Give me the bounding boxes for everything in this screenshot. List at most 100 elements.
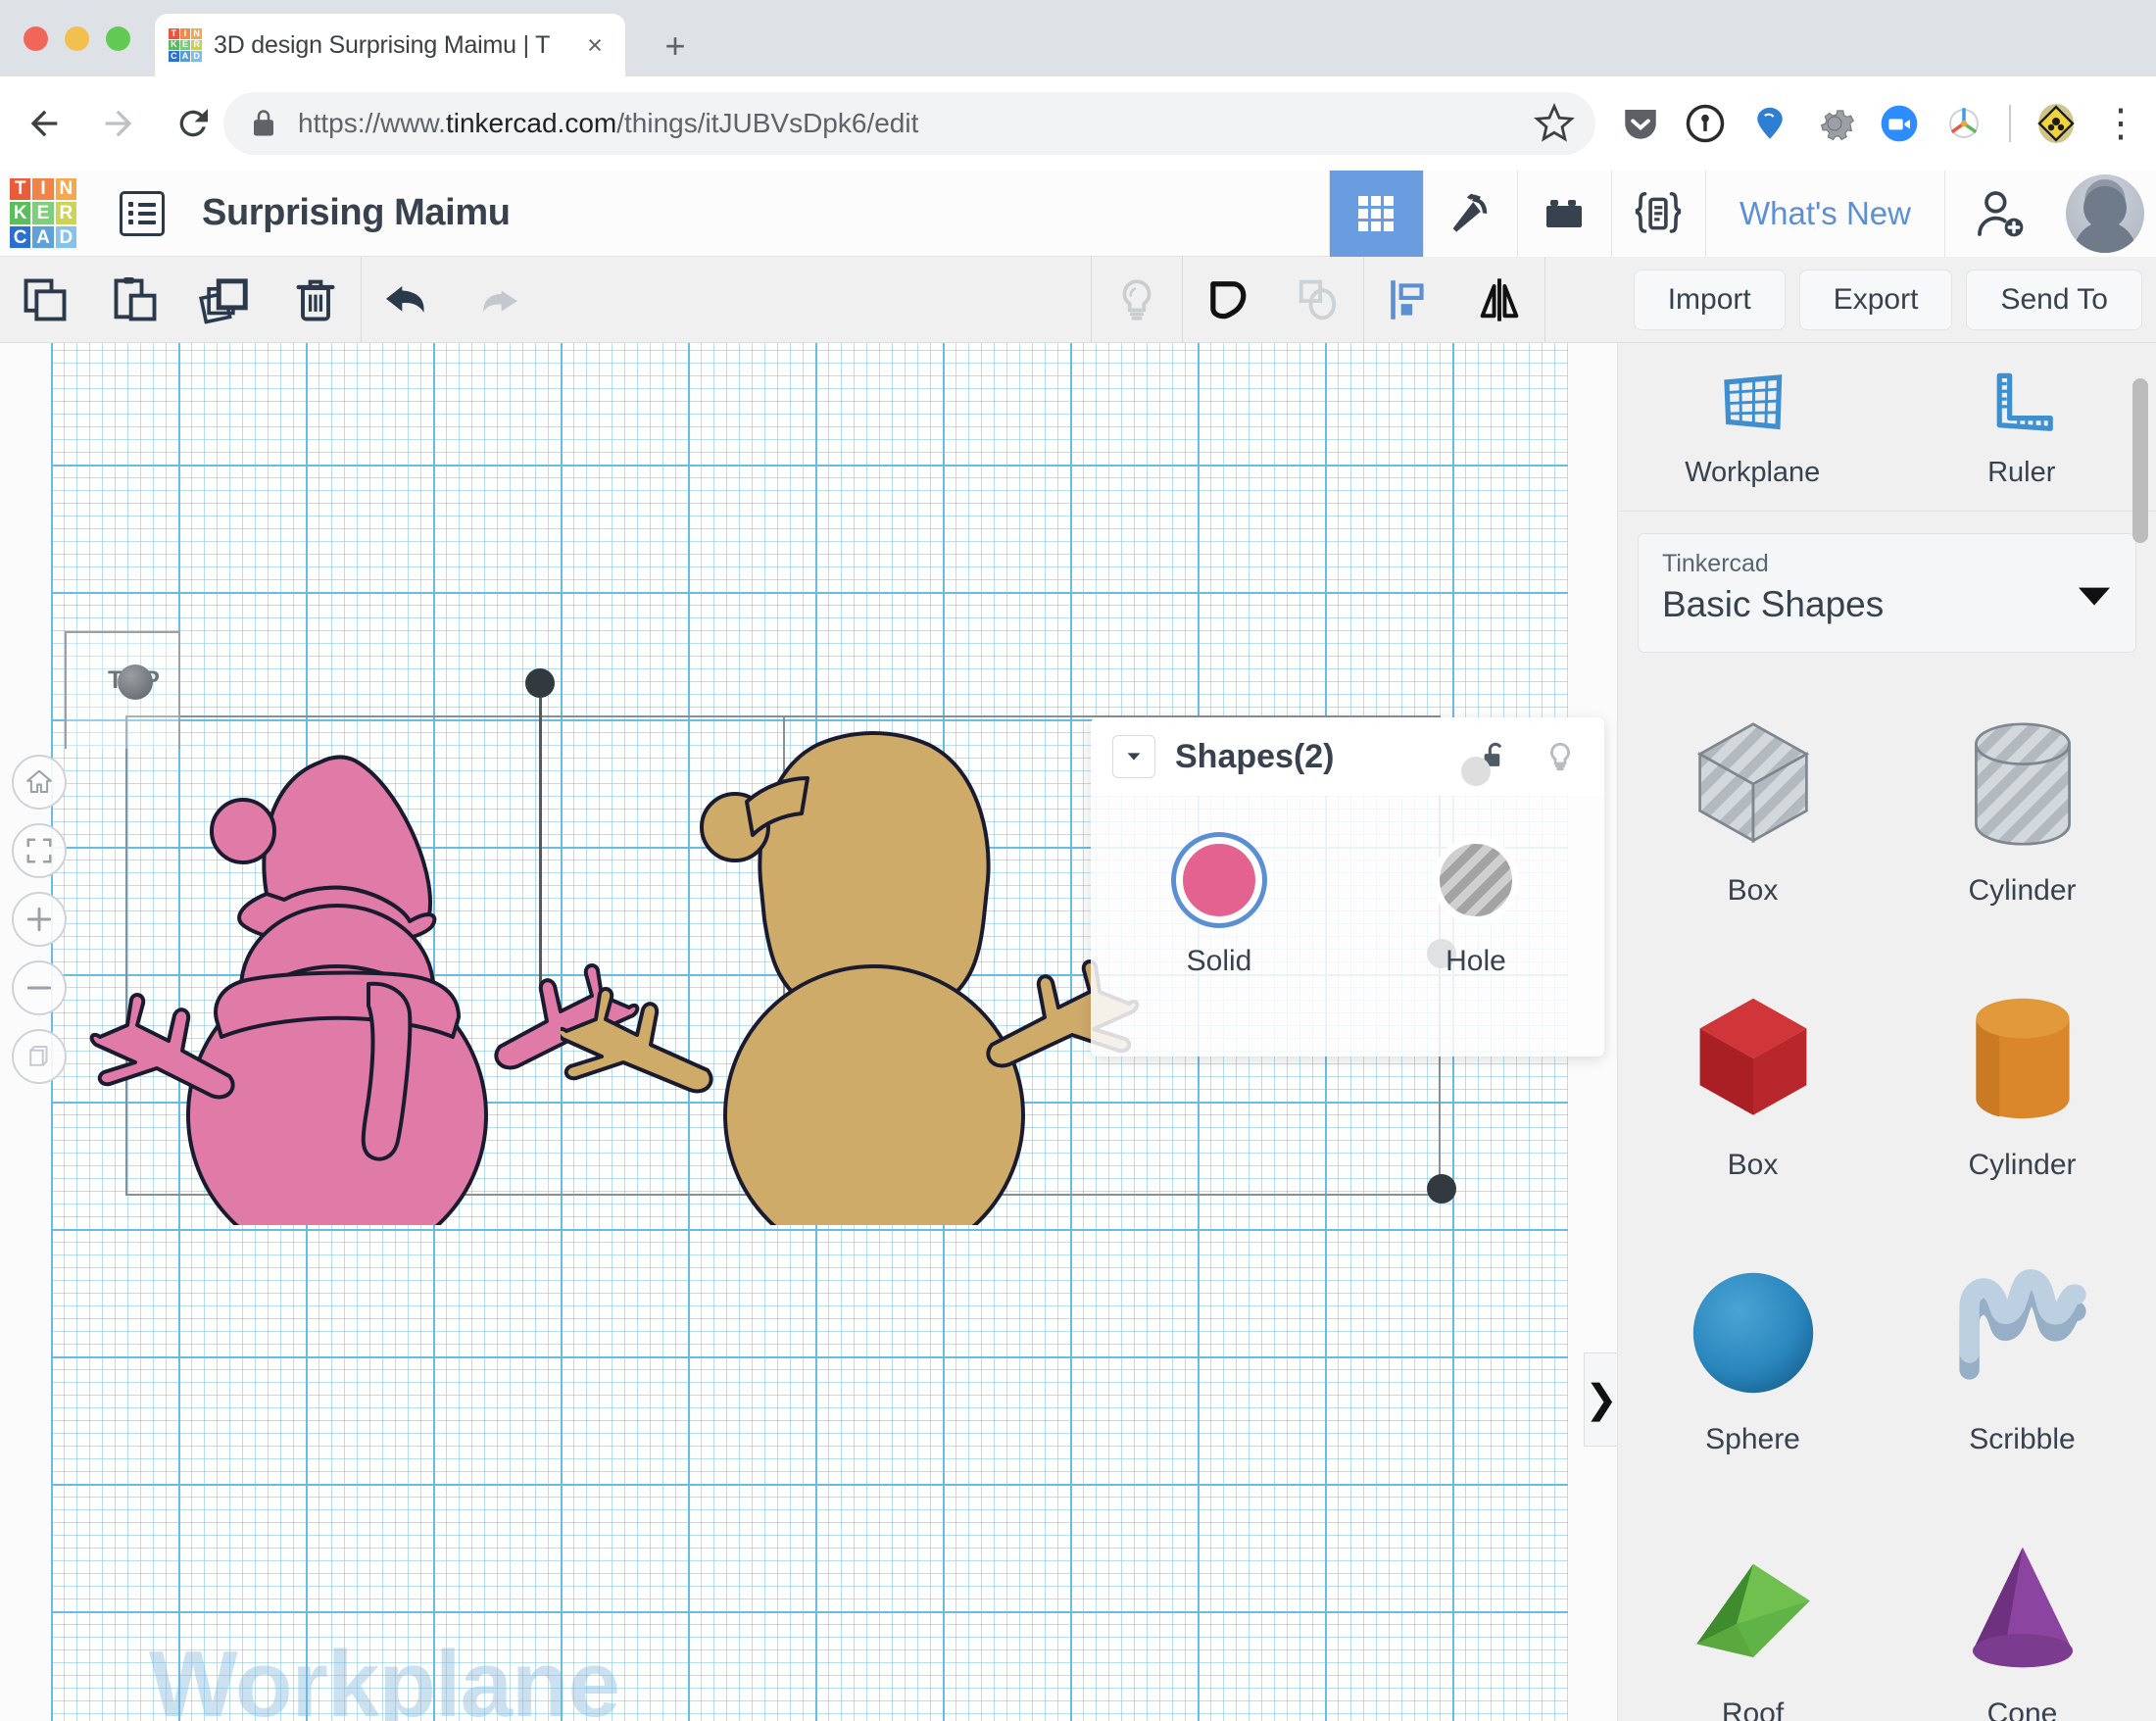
- lock-icon: [254, 110, 273, 136]
- browser-tab[interactable]: TIN KER CAD 3D design Surprising Maimu | T…: [155, 14, 625, 76]
- scribble-icon: [1935, 1245, 2111, 1421]
- editor-toolbar: Import Export Send To: [0, 256, 2156, 343]
- shape-box-red[interactable]: Box: [1618, 947, 1887, 1221]
- toolbar-right-actions: Import Export Send To: [1633, 257, 2142, 343]
- caution-badge-extension-icon[interactable]: [2031, 98, 2082, 149]
- show-hide-button[interactable]: [1092, 257, 1182, 343]
- ortho-perspective-toggle[interactable]: [12, 1029, 67, 1084]
- pocket-extension-icon[interactable]: [1615, 98, 1666, 149]
- view-grid-button[interactable]: [1328, 171, 1423, 257]
- logo-tile-r: R: [191, 39, 202, 51]
- box-hole-icon: [1665, 696, 1841, 872]
- scale-handle-corner[interactable]: [1427, 1174, 1456, 1204]
- shape-library-select[interactable]: Tinkercad Basic Shapes: [1638, 533, 2136, 653]
- redo-button[interactable]: [452, 257, 542, 343]
- minimize-window-button[interactable]: [65, 26, 89, 51]
- browser-menu-button[interactable]: ⋮: [2095, 98, 2146, 149]
- hole-pattern-swatch[interactable]: [1433, 837, 1519, 923]
- shape-box-hole[interactable]: Box: [1618, 672, 1887, 947]
- snowman-tan[interactable]: [561, 723, 1149, 1225]
- whats-new-link[interactable]: What's New: [1704, 171, 1944, 257]
- settings-gear-extension-icon[interactable]: [1809, 98, 1860, 149]
- view-cube-knob[interactable]: [118, 664, 153, 700]
- copy-button[interactable]: [0, 257, 90, 343]
- home-view-button[interactable]: [12, 755, 67, 810]
- fit-to-view-button[interactable]: [12, 823, 67, 878]
- shape-label: Cylinder: [1968, 874, 2077, 907]
- design-canvas[interactable]: Workplane TOP: [0, 343, 1617, 1721]
- 1password-extension-icon[interactable]: [1680, 98, 1731, 149]
- import-button[interactable]: Import: [1633, 270, 1786, 330]
- shape-cylinder-hole[interactable]: Cylinder: [1887, 672, 2156, 947]
- ungroup-shapes-icon: [1298, 279, 1337, 320]
- logo-tile-d: D: [55, 225, 76, 249]
- hole-mode-option[interactable]: Hole: [1348, 757, 1604, 1057]
- solid-color-swatch[interactable]: [1176, 837, 1262, 923]
- shape-panel-scrollbar[interactable]: [2132, 378, 2148, 543]
- forward-button[interactable]: [88, 93, 149, 154]
- lightbulb-icon[interactable]: [1538, 734, 1583, 779]
- bookmark-star-icon[interactable]: [1529, 98, 1580, 149]
- bricks-button[interactable]: [1516, 171, 1611, 257]
- autodesk-viewer-extension-icon[interactable]: [1938, 98, 1989, 149]
- cylinder-icon: [1935, 970, 2111, 1147]
- solid-mode-option[interactable]: Solid: [1091, 796, 1348, 1057]
- tinkercad-logo[interactable]: TIN KER CAD: [0, 171, 86, 257]
- shape-label: Cylinder: [1968, 1149, 2077, 1181]
- mirror-button[interactable]: [1454, 257, 1544, 343]
- tinkercad-app: TINKERCAD Surprising Maimu What's New Im…: [0, 171, 2156, 1721]
- ungroup-button[interactable]: [1273, 257, 1363, 343]
- zoom-in-button[interactable]: [12, 892, 67, 947]
- document-menu-button[interactable]: [120, 190, 165, 236]
- shape-cone[interactable]: Cone: [1887, 1496, 2156, 1721]
- grid-icon: [1358, 196, 1395, 231]
- url-path: /things/itJUBVsDpk6/edit: [616, 108, 919, 138]
- chevron-down-icon[interactable]: [1112, 735, 1155, 778]
- undo-button[interactable]: [362, 257, 452, 343]
- shape-scribble[interactable]: Scribble: [1887, 1221, 2156, 1496]
- zoom-out-button[interactable]: [12, 960, 67, 1015]
- browser-toolbar: https://www.tinkercad.com/things/itJUBVs…: [0, 76, 2156, 171]
- chevron-down-icon[interactable]: [2079, 587, 2110, 606]
- logo-tile-i: I: [32, 177, 54, 201]
- invite-person-button[interactable]: [1944, 171, 2054, 257]
- shape-sphere[interactable]: Sphere: [1618, 1221, 1887, 1496]
- codeblocks-pickaxe-button[interactable]: [1422, 171, 1517, 257]
- browser-extensions: ⋮: [1615, 98, 2146, 149]
- back-button[interactable]: [14, 93, 74, 154]
- export-button[interactable]: Export: [1798, 270, 1953, 330]
- close-window-button[interactable]: [24, 26, 48, 51]
- logo-tile-k: K: [10, 202, 31, 224]
- hole-mode-label: Hole: [1446, 945, 1506, 977]
- delete-button[interactable]: [270, 257, 361, 343]
- page-title[interactable]: Surprising Maimu: [202, 192, 511, 234]
- logo-tile-e: E: [179, 39, 191, 51]
- logo-tile-n: N: [55, 177, 76, 201]
- new-tab-button[interactable]: +: [655, 25, 696, 67]
- tinkercad-favicon: TIN KER CAD: [169, 28, 202, 62]
- duplicate-button[interactable]: [180, 257, 270, 343]
- shapes-popup-header: Shapes(2): [1091, 717, 1604, 796]
- send-to-button[interactable]: Send To: [1966, 270, 2142, 330]
- address-bar[interactable]: https://www.tinkercad.com/things/itJUBVs…: [223, 92, 1595, 155]
- ruler-tool[interactable]: Ruler: [1887, 343, 2156, 511]
- zoom-extension-icon[interactable]: [1874, 98, 1925, 149]
- library-name-label: Basic Shapes: [1662, 584, 1885, 624]
- close-icon[interactable]: ×: [578, 28, 612, 62]
- panel-toggle-button[interactable]: ❯: [1584, 1352, 1617, 1447]
- user-avatar[interactable]: [2054, 171, 2156, 257]
- shape-roof[interactable]: Roof: [1618, 1496, 1887, 1721]
- maximize-window-button[interactable]: [106, 26, 130, 51]
- reload-button[interactable]: [163, 93, 223, 154]
- solid-mode-label: Solid: [1186, 945, 1252, 977]
- group-button[interactable]: [1183, 257, 1273, 343]
- align-button[interactable]: [1364, 257, 1454, 343]
- shape-cylinder-orange[interactable]: Cylinder: [1887, 947, 2156, 1221]
- rotate-handle-top[interactable]: [525, 668, 555, 698]
- workplane-tool[interactable]: Workplane: [1618, 343, 1887, 511]
- box-perspective-icon: [29, 1046, 48, 1066]
- grammarly-extension-icon[interactable]: [1744, 98, 1795, 149]
- library-vendor-label: Tinkercad: [1662, 550, 1769, 577]
- codeblocks-button[interactable]: [1610, 171, 1705, 257]
- paste-button[interactable]: [90, 257, 180, 343]
